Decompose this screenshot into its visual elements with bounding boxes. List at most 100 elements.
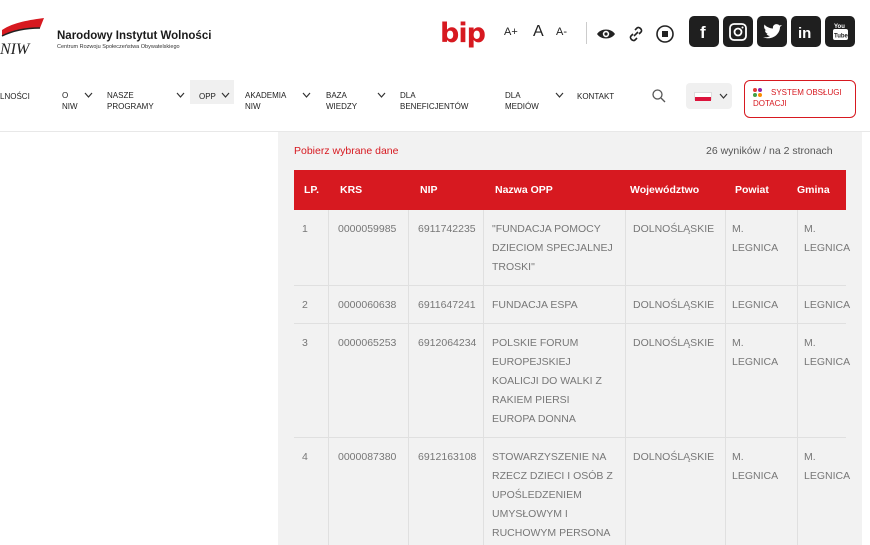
cell-nip: 6912163108 bbox=[418, 451, 477, 463]
cell-name: "FUNDACJA POMOCY DZIECIOM SPECJALNEJ TROSK… bbox=[492, 220, 613, 277]
nav-item-programy[interactable]: NASZE PROGRAMY bbox=[107, 90, 167, 112]
cell-name-line: DZIECIOM SPECJALNEJ bbox=[492, 242, 613, 254]
cell-name-line: RAKIEM PIERSI bbox=[492, 394, 570, 406]
cell-powiat-line: M. bbox=[732, 451, 744, 463]
cell-nip: 6911647241 bbox=[418, 299, 476, 311]
cell-lp: 3 bbox=[302, 337, 308, 349]
column-separator bbox=[797, 210, 798, 285]
column-separator bbox=[483, 210, 484, 285]
twitter-icon[interactable] bbox=[757, 16, 787, 47]
font-normal-button[interactable]: A bbox=[533, 23, 544, 41]
page: NIW Narodowy Instytut Wolności Centrum R… bbox=[0, 0, 870, 545]
column-separator bbox=[725, 210, 726, 285]
column-separator bbox=[725, 286, 726, 323]
nav-item-truncated[interactable]: LNOŚCI bbox=[0, 91, 40, 102]
svg-text:You: You bbox=[834, 24, 845, 30]
nav-item-akademia[interactable]: AKADEMIA NIW bbox=[245, 90, 297, 112]
cell-name-line: RUCHOWYM PERSONA bbox=[492, 527, 611, 539]
column-separator bbox=[483, 438, 484, 545]
search-icon[interactable] bbox=[652, 89, 666, 103]
column-separator bbox=[408, 210, 409, 285]
cell-powiat: M. LEGNICA bbox=[732, 334, 778, 372]
column-header[interactable]: Województwo bbox=[630, 184, 699, 196]
system-button-label: SYSTEM OBSŁUGI DOTACJI bbox=[753, 88, 842, 108]
table-row[interactable]: 3 0000065253 6912064234 POLSKIE FORUM EUROPE… bbox=[294, 324, 850, 438]
download-selected-link[interactable]: Pobierz wybrane dane bbox=[294, 145, 398, 157]
font-decrease-button[interactable]: A- bbox=[556, 26, 567, 38]
table-row[interactable]: 1 0000059985 6911742235 "FUNDACJA POMOCY DZI… bbox=[294, 210, 850, 286]
table-body: 1 0000059985 6911742235 "FUNDACJA POMOCY DZI… bbox=[294, 210, 850, 545]
column-header[interactable]: NIP bbox=[420, 184, 438, 196]
cell-lp: 4 bbox=[302, 451, 308, 463]
nav-item-kontakt[interactable]: KONTAKT bbox=[577, 91, 614, 102]
svg-text:in: in bbox=[798, 25, 811, 42]
column-separator bbox=[625, 324, 626, 437]
chevron-down-icon bbox=[221, 92, 230, 98]
table-row[interactable]: 4 0000087380 6912163108 STOWARZYSZENIE NA RZ… bbox=[294, 438, 850, 545]
nav-item-baza-wiedzy[interactable]: BAZA WIEDZY bbox=[326, 90, 366, 112]
cell-powiat-line: M. bbox=[732, 337, 744, 349]
cell-gmina: M. LEGNICA bbox=[804, 448, 850, 486]
bip-link[interactable]: bip bbox=[440, 18, 486, 49]
column-header[interactable]: LP. bbox=[304, 184, 319, 196]
column-header[interactable]: KRS bbox=[340, 184, 362, 196]
column-separator bbox=[625, 210, 626, 285]
nav-item-o-niw[interactable]: O NIW bbox=[62, 90, 82, 112]
logo-text: Narodowy Instytut Wolności Centrum Rozwo… bbox=[57, 30, 211, 50]
cell-powiat-line: LEGNICA bbox=[732, 356, 779, 368]
column-header[interactable]: Nazwa OPP bbox=[495, 184, 553, 196]
cell-name-line: UMYSŁOWYM I bbox=[492, 508, 568, 520]
nav-item-media[interactable]: DLA MEDIÓW bbox=[505, 90, 545, 112]
language-select[interactable] bbox=[686, 83, 732, 109]
column-header[interactable]: Gmina bbox=[797, 184, 830, 196]
cell-wojewodztwo: DOLNOŚLĄSKIE bbox=[633, 337, 715, 349]
font-increase-button[interactable]: A+ bbox=[504, 26, 518, 38]
eye-icon[interactable] bbox=[596, 24, 616, 44]
svg-text:f: f bbox=[700, 23, 706, 42]
cell-name: FUNDACJA ESPA bbox=[492, 296, 578, 315]
polish-flag-icon bbox=[694, 92, 712, 101]
results-summary: 26 wyników / na 2 stronach bbox=[706, 145, 833, 157]
cell-gmina: M. LEGNICA bbox=[804, 334, 850, 372]
youtube-icon[interactable]: You Tube bbox=[825, 16, 855, 47]
chevron-down-icon bbox=[377, 92, 386, 98]
cell-name: POLSKIE FORUM EUROPEJSKIEJ KOALICJI DO WAL… bbox=[492, 334, 602, 429]
cell-powiat: LEGNICA bbox=[732, 296, 778, 315]
column-separator bbox=[328, 438, 329, 545]
linkedin-icon[interactable]: in bbox=[791, 16, 821, 47]
column-separator bbox=[625, 286, 626, 323]
cell-gmina-line: LEGNICA bbox=[804, 299, 851, 311]
link-icon[interactable] bbox=[626, 24, 646, 44]
cell-lp: 2 bbox=[302, 299, 308, 311]
column-separator bbox=[797, 324, 798, 437]
cell-krs: 0000060638 bbox=[338, 299, 397, 311]
table-row[interactable]: 2 0000060638 6911647241 FUNDACJA ESPA DOLNOŚ… bbox=[294, 286, 850, 324]
column-separator bbox=[625, 438, 626, 545]
system-dotacji-button[interactable]: SYSTEM OBSŁUGI DOTACJI bbox=[744, 80, 856, 118]
stop-animation-icon[interactable] bbox=[655, 24, 675, 44]
facebook-icon[interactable]: f bbox=[689, 16, 719, 47]
niw-logo[interactable]: NIW bbox=[0, 16, 46, 56]
cell-powiat-line: LEGNICA bbox=[732, 242, 779, 254]
cell-gmina-line: LEGNICA bbox=[804, 470, 851, 482]
column-separator bbox=[328, 324, 329, 437]
cell-name-line: STOWARZYSZENIE NA bbox=[492, 451, 607, 463]
org-subtitle: Centrum Rozwoju Społeczeństwa Obywatelsk… bbox=[57, 44, 180, 50]
column-separator bbox=[408, 438, 409, 545]
instagram-icon[interactable] bbox=[723, 16, 753, 47]
cell-wojewodztwo: DOLNOŚLĄSKIE bbox=[633, 299, 715, 311]
cell-lp: 1 bbox=[302, 223, 308, 235]
chevron-down-icon bbox=[555, 92, 564, 98]
cell-gmina-line: M. bbox=[804, 451, 816, 463]
cell-powiat: M. LEGNICA bbox=[732, 220, 778, 258]
column-header[interactable]: Powiat bbox=[735, 184, 769, 196]
cell-name-line: EUROPA DONNA bbox=[492, 413, 576, 425]
nav-item-beneficjenci[interactable]: DLA BENEFICJENTÓW bbox=[400, 90, 480, 112]
cell-name: STOWARZYSZENIE NA RZECZ DZIECI I OSÓB Z UP… bbox=[492, 448, 613, 543]
opp-table: LP. KRS NIP Nazwa OPP Województwo Powiat… bbox=[294, 170, 850, 545]
org-name: Narodowy Instytut Wolności bbox=[57, 30, 212, 42]
chevron-down-icon bbox=[176, 92, 185, 98]
main-nav: LNOŚCI O NIW NASZE PROGRAMY OPP AKADEMIA… bbox=[0, 80, 870, 120]
nav-item-opp[interactable]: OPP bbox=[199, 91, 216, 102]
column-separator bbox=[328, 286, 329, 323]
